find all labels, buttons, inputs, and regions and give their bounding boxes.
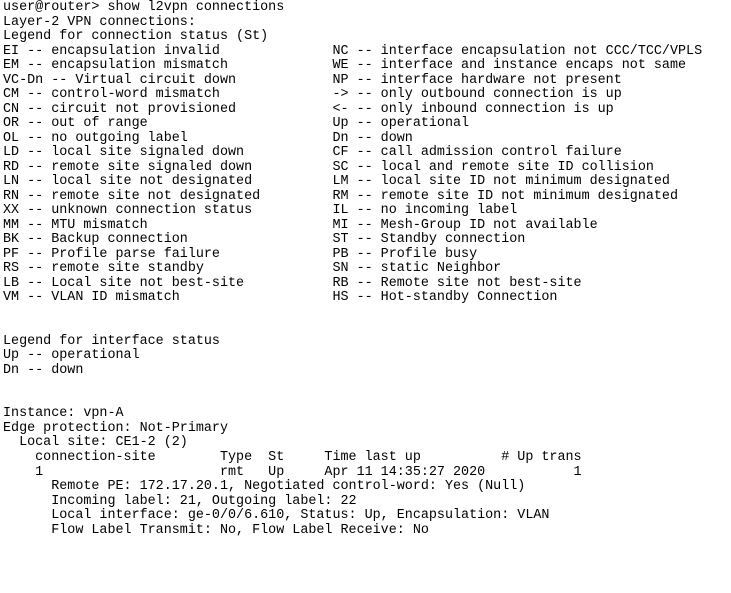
terminal-line: Remote PE: 172.17.20.1, Negotiated contr… [3, 479, 526, 495]
terminal-line: CN -- circuit not provisioned <- -- only… [3, 101, 614, 117]
terminal-line: EM -- encapsulation mismatch WE -- inter… [3, 58, 687, 74]
terminal-line: Flow Label Transmit: No, Flow Label Rece… [3, 522, 429, 538]
terminal-line: OL -- no outgoing label Dn -- down [3, 130, 413, 146]
terminal-line: Up -- operational [3, 348, 140, 364]
terminal-line: LN -- local site not designated LM -- lo… [3, 174, 670, 190]
terminal-line: EI -- encapsulation invalid NC -- interf… [3, 43, 703, 59]
terminal-line: VC-Dn -- Virtual circuit down NP -- inte… [3, 72, 622, 88]
connection-table-header: connection-site Type St Time last up # U… [3, 449, 582, 465]
terminal-line: Legend for connection status (St) [3, 29, 269, 45]
connection-table-row: 1 rmt Up Apr 11 14:35:27 2020 1 [3, 464, 582, 480]
terminal-line: Layer-2 VPN connections: [3, 14, 196, 30]
terminal-line: BK -- Backup connection ST -- Standby co… [3, 232, 526, 248]
terminal-line: RN -- remote site not designated RM -- r… [3, 188, 678, 204]
terminal-line: RD -- remote site signaled down SC -- lo… [3, 159, 654, 175]
terminal-line: Local interface: ge-0/0/6.610, Status: U… [3, 508, 550, 524]
terminal-line: Local site: CE1-2 (2) [3, 435, 188, 451]
terminal-output[interactable]: user@router> show l2vpn connections Laye… [0, 0, 731, 593]
terminal-line: PF -- Profile parse failure PB -- Profil… [3, 246, 478, 262]
terminal-line: MM -- MTU mismatch MI -- Mesh-Group ID n… [3, 217, 598, 233]
terminal-line: OR -- out of range Up -- operational [3, 116, 470, 132]
terminal-line: XX -- unknown connection status IL -- no… [3, 203, 518, 219]
terminal-line: Legend for interface status [3, 333, 220, 349]
terminal-line: LD -- local site signaled down CF -- cal… [3, 145, 622, 161]
terminal-line: VM -- VLAN ID mismatch HS -- Hot-standby… [3, 290, 558, 306]
terminal-line: RS -- remote site standby SN -- static N… [3, 261, 502, 277]
terminal-line: Instance: vpn-A [3, 406, 124, 422]
terminal-line: Dn -- down [3, 362, 84, 378]
terminal-line: user@router> show l2vpn connections [3, 0, 285, 15]
terminal-line: Edge protection: Not-Primary [3, 420, 228, 436]
terminal-line: CM -- control-word mismatch -> -- only o… [3, 87, 622, 103]
terminal-line: LB -- Local site not best-site RB -- Rem… [3, 275, 582, 291]
terminal-line: Incoming label: 21, Outgoing label: 22 [3, 493, 357, 509]
